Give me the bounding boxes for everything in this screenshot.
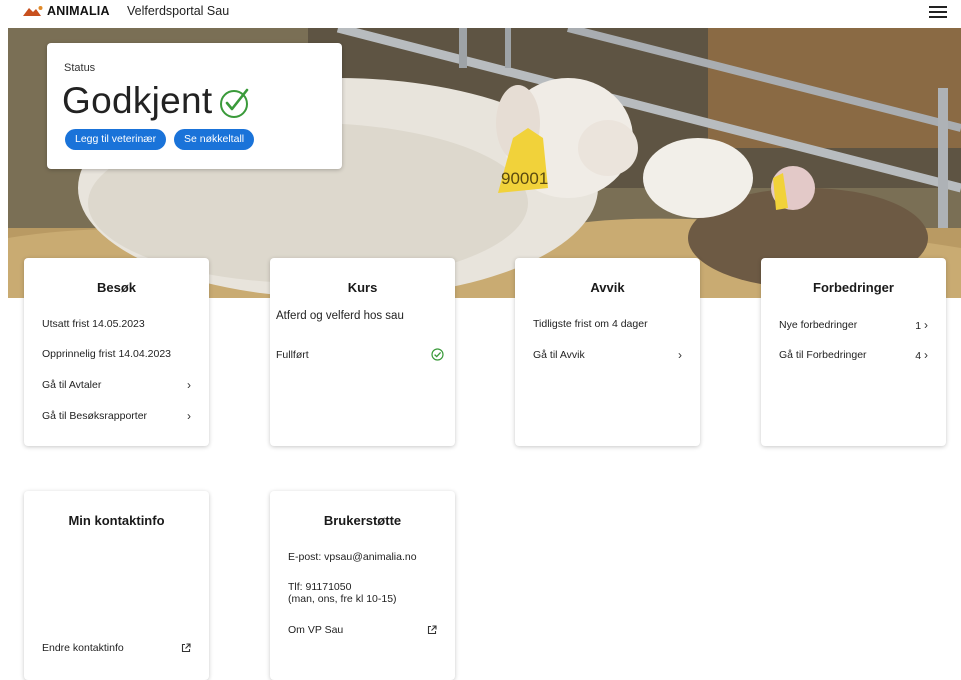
about-vp-sau-link[interactable]: Om VP Sau — [288, 624, 437, 636]
contact-info-title: Min kontaktinfo — [68, 513, 165, 528]
status-value: Godkjent — [62, 80, 213, 121]
chevron-right-icon: › — [924, 348, 928, 362]
chevron-right-icon: › — [678, 348, 682, 362]
improvements-count: 4 › — [915, 348, 928, 362]
support-email: E-post: vpsau@animalia.no — [288, 551, 417, 563]
key-figures-button[interactable]: Se nøkkeltall — [174, 129, 255, 150]
new-improvements-link[interactable]: Nye forbedringer 1 › — [779, 318, 928, 332]
animalia-logo-icon — [23, 6, 43, 16]
portal-title: Velferdsportal Sau — [127, 4, 230, 18]
check-circle-icon — [431, 348, 444, 361]
course-name: Atferd og velferd hos sau — [276, 310, 404, 322]
support-card: Brukerstøtte E-post: vpsau@animalia.no T… — [270, 491, 455, 680]
deviations-link[interactable]: Gå til Avvik › — [533, 348, 682, 362]
deviations-card: Avvik Tidligste frist om 4 dager Gå til … — [515, 258, 700, 446]
brand-name: ANIMALIA — [47, 4, 110, 18]
support-hours: (man, ons, fre kl 10-15) — [288, 593, 397, 605]
course-status: Fullført — [276, 348, 444, 361]
chevron-right-icon: › — [187, 409, 191, 423]
visits-card: Besøk Utsatt frist 14.05.2023 Opprinneli… — [24, 258, 209, 446]
visits-title: Besøk — [96, 280, 137, 295]
support-title: Brukerstøtte — [323, 513, 402, 528]
new-improvements-count: 1 › — [915, 318, 928, 332]
deviations-title: Avvik — [590, 280, 625, 295]
ear-tag-number: 90001 — [501, 169, 548, 188]
contact-info-card: Min kontaktinfo Endre kontaktinfo — [24, 491, 209, 680]
improvements-title: Forbedringer — [813, 280, 894, 295]
check-icon — [220, 88, 249, 118]
external-link-icon — [181, 643, 191, 653]
postponed-deadline: Utsatt frist 14.05.2023 — [42, 318, 145, 330]
top-bar: ANIMALIA Velferdsportal Sau — [0, 0, 961, 24]
improvements-card: Forbedringer Nye forbedringer 1 › Gå til… — [761, 258, 946, 446]
improvements-link[interactable]: Gå til Forbedringer 4 › — [779, 348, 928, 362]
chevron-right-icon: › — [187, 378, 191, 392]
status-label: Status — [64, 62, 96, 74]
course-title: Kurs — [347, 280, 378, 295]
add-veterinarian-button[interactable]: Legg til veterinær — [65, 129, 167, 150]
external-link-icon — [427, 625, 437, 635]
support-phone: Tlf: 91171050 (man, ons, fre kl 10-15) — [288, 581, 437, 605]
original-deadline: Opprinnelig frist 14.04.2023 — [42, 348, 171, 360]
course-card: Kurs Atferd og velferd hos sau Fullført — [270, 258, 455, 446]
visit-reports-link[interactable]: Gå til Besøksrapporter › — [42, 409, 191, 423]
earliest-deadline: Tidligste frist om 4 dager — [533, 318, 648, 330]
agreements-link[interactable]: Gå til Avtaler › — [42, 378, 191, 392]
hamburger-menu-icon[interactable] — [928, 3, 948, 19]
edit-contact-info-link[interactable]: Endre kontaktinfo — [42, 642, 191, 654]
status-card: Status Godkjent Legg til veterinær Se nø… — [47, 43, 342, 169]
animalia-logo[interactable]: ANIMALIA — [22, 4, 110, 18]
chevron-right-icon: › — [924, 318, 928, 332]
